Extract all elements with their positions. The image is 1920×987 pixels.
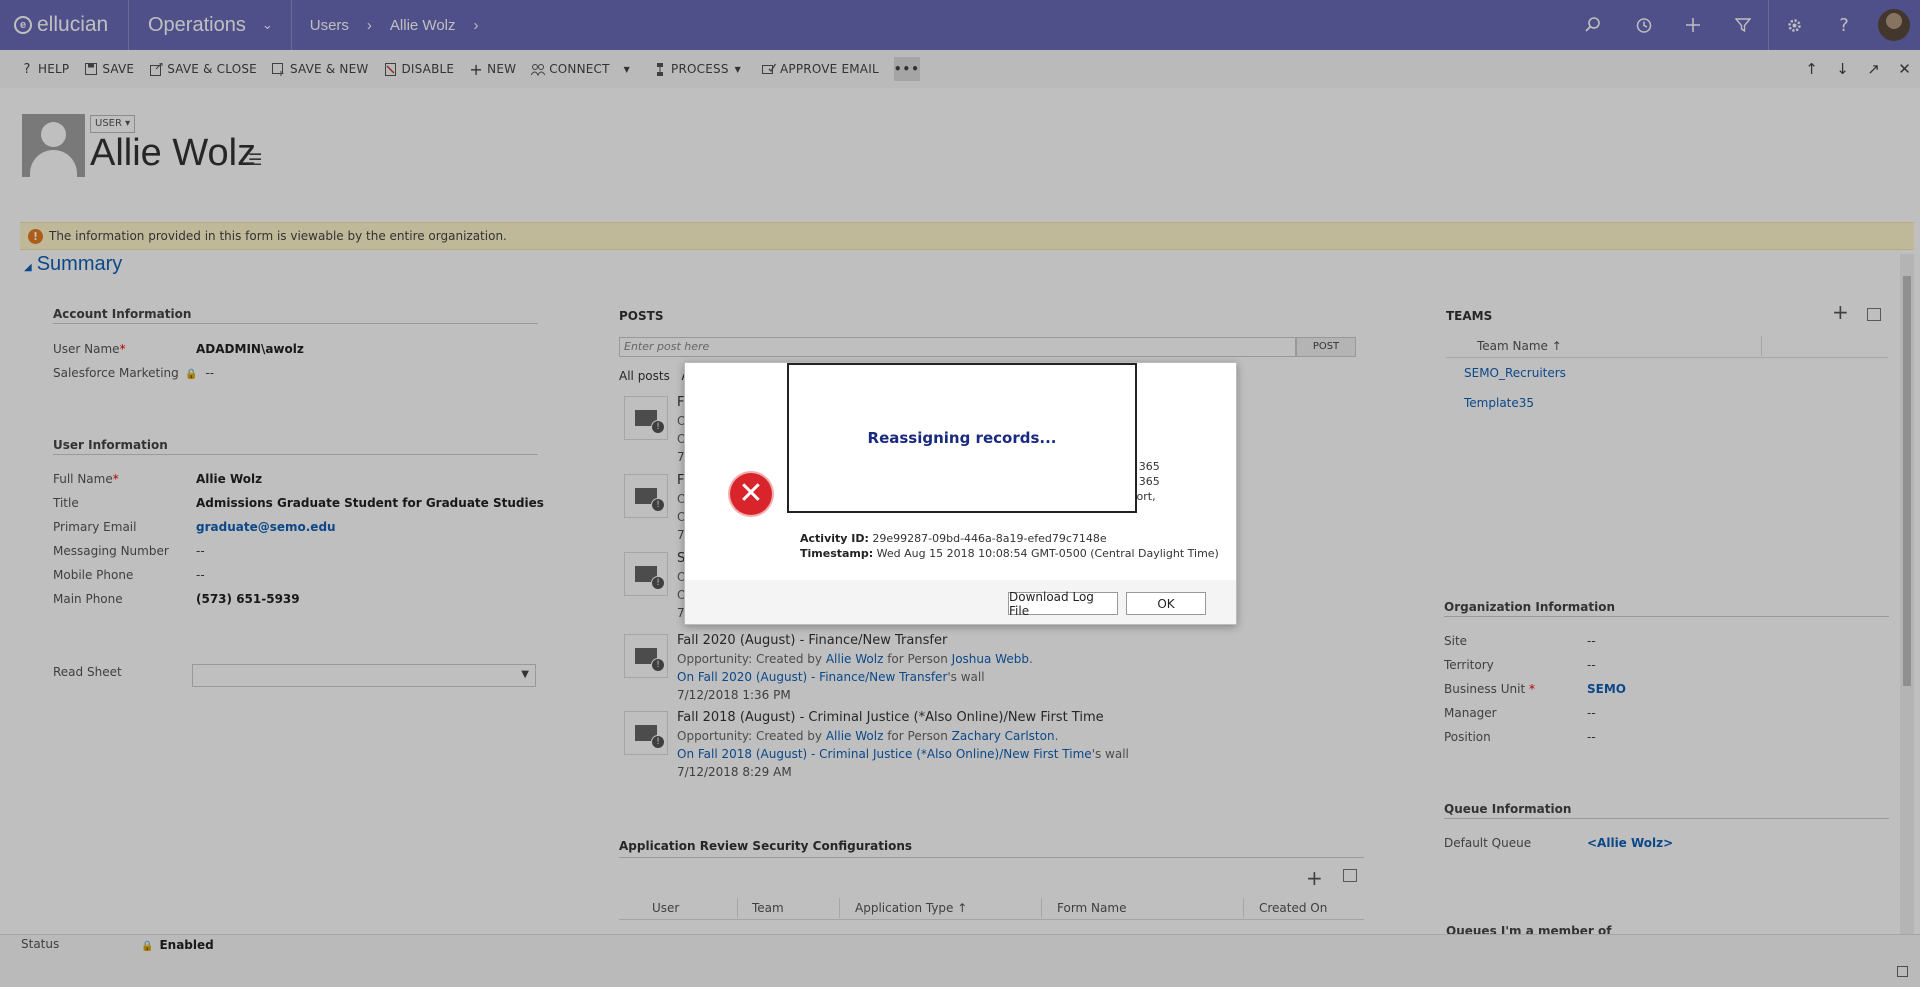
download-log-button[interactable]: Download Log File xyxy=(1008,590,1118,618)
error-details: Activity ID: 29e99287-09bd-446a-8a19-efe… xyxy=(800,532,1219,560)
error-icon: ✕ xyxy=(730,473,772,515)
activity-id: 29e99287-09bd-446a-8a19-efed79c7148e xyxy=(872,532,1107,545)
progress-popup: Reassigning records... xyxy=(787,363,1137,513)
timestamp: Wed Aug 15 2018 10:08:54 GMT-0500 (Centr… xyxy=(876,547,1219,560)
ok-button[interactable]: OK xyxy=(1126,592,1206,615)
progress-text: Reassigning records... xyxy=(867,429,1057,447)
